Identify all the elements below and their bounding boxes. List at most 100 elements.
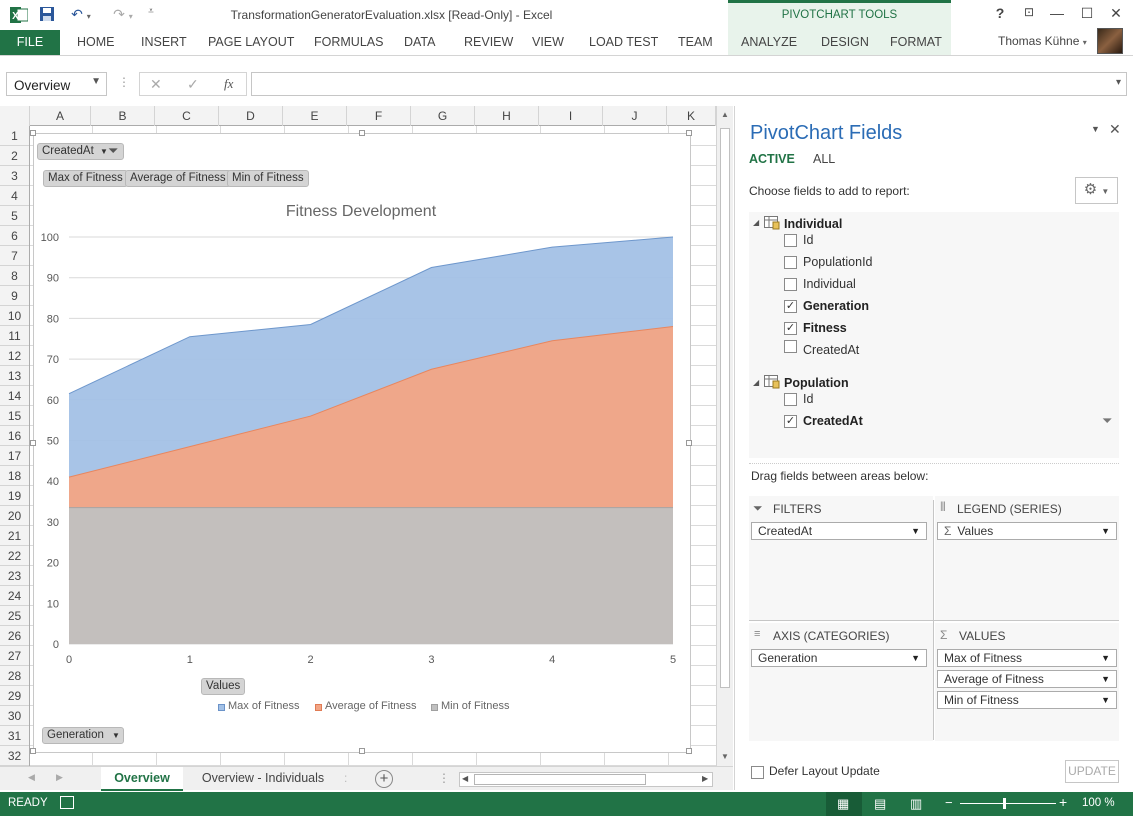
user-name[interactable]: Thomas Kühne ▾ xyxy=(998,34,1087,48)
row-header[interactable]: 26 xyxy=(0,626,29,646)
column-header[interactable]: A xyxy=(30,106,91,126)
select-all-corner[interactable] xyxy=(0,106,30,126)
column-header[interactable]: D xyxy=(219,106,283,126)
values-item[interactable]: Min of Fitness ▼ xyxy=(937,691,1117,709)
filters-item[interactable]: CreatedAt ▼ xyxy=(751,522,927,540)
name-box[interactable]: Overview ▼ xyxy=(6,72,107,96)
tab-load-test[interactable]: LOAD TEST xyxy=(589,30,658,55)
split-grip-icon[interactable]: ⋮ xyxy=(438,771,450,785)
maximize-button[interactable]: ☐ xyxy=(1074,5,1100,25)
generation-axis-button[interactable]: Generation ▼ xyxy=(42,727,124,744)
zoom-in-icon[interactable]: + xyxy=(1059,794,1067,810)
row-header[interactable]: 11 xyxy=(0,326,29,346)
row-header[interactable]: 7 xyxy=(0,246,29,266)
field-checkbox[interactable] xyxy=(784,234,797,247)
page-break-view-icon[interactable]: ▥ xyxy=(910,796,922,812)
tab-design[interactable]: DESIGN xyxy=(821,30,869,55)
row-header[interactable]: 10 xyxy=(0,306,29,326)
prev-sheet-icon[interactable]: ◀ xyxy=(28,772,35,783)
column-header[interactable]: K xyxy=(667,106,716,126)
column-header[interactable]: C xyxy=(155,106,219,126)
column-header[interactable]: E xyxy=(283,106,347,126)
field-checkbox-checked[interactable]: ✓ xyxy=(784,300,797,313)
new-sheet-icon[interactable]: + xyxy=(375,770,393,788)
row-header[interactable]: 25 xyxy=(0,606,29,626)
row-header[interactable]: 20 xyxy=(0,506,29,526)
row-header[interactable]: 1 xyxy=(0,126,29,146)
tab-insert[interactable]: INSERT xyxy=(141,30,187,55)
field-checkbox[interactable] xyxy=(784,278,797,291)
field-checkbox-checked[interactable]: ✓ xyxy=(784,322,797,335)
update-button[interactable]: UPDATE xyxy=(1065,760,1119,783)
tab-view[interactable]: VIEW xyxy=(532,30,564,55)
column-header[interactable]: J xyxy=(603,106,667,126)
values-item[interactable]: Average of Fitness ▼ xyxy=(937,670,1117,688)
row-header[interactable]: 23 xyxy=(0,566,29,586)
collapse-icon[interactable]: ◢ xyxy=(753,218,759,227)
row-header[interactable]: 3 xyxy=(0,166,29,186)
page-layout-view-icon[interactable]: ▤ xyxy=(874,796,886,812)
tab-home[interactable]: HOME xyxy=(77,30,115,55)
sheet-tab-overview-individuals[interactable]: Overview - Individuals xyxy=(187,767,339,791)
column-header[interactable]: F xyxy=(347,106,411,126)
insert-function-icon[interactable]: fx xyxy=(224,76,233,92)
expand-formula-bar-icon[interactable]: ▾ xyxy=(1116,77,1121,88)
column-header[interactable]: B xyxy=(91,106,155,126)
horizontal-scroll-thumb[interactable] xyxy=(474,774,646,785)
cancel-icon[interactable]: ✕ xyxy=(150,76,162,93)
row-header[interactable]: 12 xyxy=(0,346,29,366)
row-header[interactable]: 16 xyxy=(0,426,29,446)
tab-analyze[interactable]: ANALYZE xyxy=(741,30,797,55)
row-header[interactable]: 21 xyxy=(0,526,29,546)
help-button[interactable]: ? xyxy=(987,5,1013,25)
pane-options-icon[interactable]: ▼ xyxy=(1091,124,1100,134)
tab-all[interactable]: ALL xyxy=(813,152,835,166)
row-header[interactable]: 13 xyxy=(0,366,29,386)
scroll-down-icon[interactable]: ▼ xyxy=(721,752,729,761)
close-button[interactable]: ✕ xyxy=(1103,5,1129,25)
filter-icon[interactable]: ⏷ xyxy=(1102,413,1112,429)
row-header[interactable]: 17 xyxy=(0,446,29,466)
sheet-tab-overview[interactable]: Overview xyxy=(101,767,183,791)
formula-input[interactable]: ▾ xyxy=(251,72,1127,96)
row-header[interactable]: 19 xyxy=(0,486,29,506)
horizontal-scrollbar[interactable]: ◀ ▶ xyxy=(459,772,713,787)
row-header[interactable]: 14 xyxy=(0,386,29,406)
tab-team[interactable]: TEAM xyxy=(678,30,713,55)
values-field-button[interactable]: Values xyxy=(201,678,246,695)
tab-format[interactable]: FORMAT xyxy=(890,30,942,55)
row-header[interactable]: 6 xyxy=(0,226,29,246)
row-header[interactable]: 29 xyxy=(0,686,29,706)
enter-icon[interactable]: ✓ xyxy=(187,76,199,93)
row-header[interactable]: 30 xyxy=(0,706,29,726)
field-checkbox[interactable] xyxy=(784,256,797,269)
column-header[interactable]: I xyxy=(539,106,603,126)
minimize-button[interactable]: — xyxy=(1044,5,1070,25)
row-header[interactable]: 2 xyxy=(0,146,29,166)
row-header[interactable]: 28 xyxy=(0,666,29,686)
scroll-up-icon[interactable]: ▲ xyxy=(721,110,729,119)
vertical-scrollbar[interactable]: ▲ ▼ xyxy=(716,106,733,766)
file-tab[interactable]: FILE xyxy=(0,30,60,55)
axis-item[interactable]: Generation ▼ xyxy=(751,649,927,667)
column-header[interactable]: G xyxy=(411,106,475,126)
close-icon[interactable]: ✕ xyxy=(1109,121,1121,138)
row-header[interactable]: 22 xyxy=(0,546,29,566)
tools-button[interactable]: ⚙ ▼ xyxy=(1075,177,1118,204)
row-header[interactable]: 15 xyxy=(0,406,29,426)
row-header[interactable]: 8 xyxy=(0,266,29,286)
row-header[interactable]: 18 xyxy=(0,466,29,486)
values-item[interactable]: Max of Fitness ▼ xyxy=(937,649,1117,667)
field-checkbox[interactable] xyxy=(784,340,797,353)
zoom-slider[interactable] xyxy=(960,803,1056,804)
tab-formulas[interactable]: FORMULAS xyxy=(314,30,383,55)
row-header[interactable]: 31 xyxy=(0,726,29,746)
zoom-out-icon[interactable]: − xyxy=(945,795,953,810)
row-header[interactable]: 24 xyxy=(0,586,29,606)
next-sheet-icon[interactable]: ▶ xyxy=(56,772,63,783)
scroll-left-icon[interactable]: ◀ xyxy=(462,774,468,783)
column-header[interactable]: H xyxy=(475,106,539,126)
row-header[interactable]: 32 xyxy=(0,746,29,766)
tab-review[interactable]: REVIEW xyxy=(464,30,513,55)
row-header[interactable]: 5 xyxy=(0,206,29,226)
